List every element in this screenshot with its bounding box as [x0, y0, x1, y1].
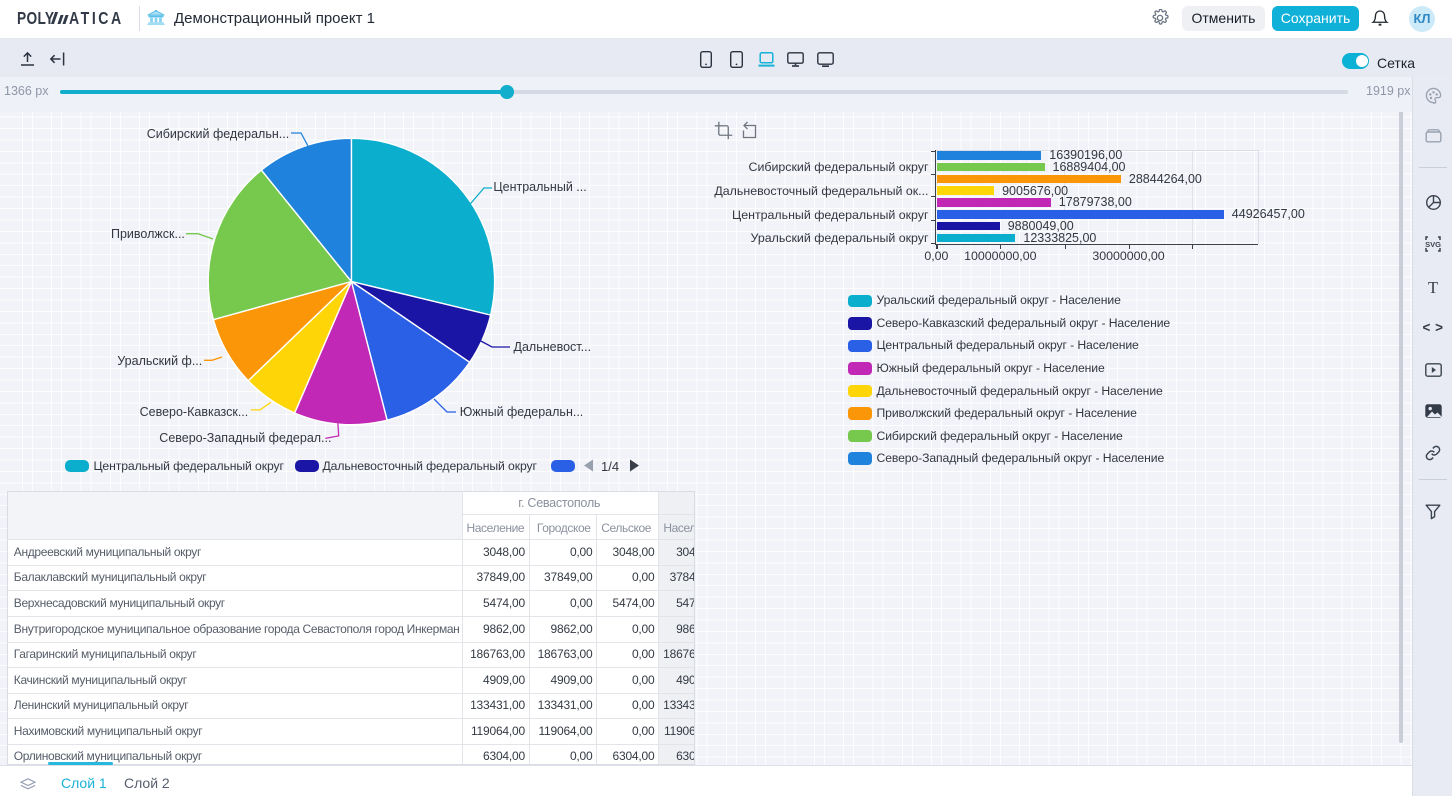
svg-text:SVG: SVG — [1425, 240, 1441, 249]
